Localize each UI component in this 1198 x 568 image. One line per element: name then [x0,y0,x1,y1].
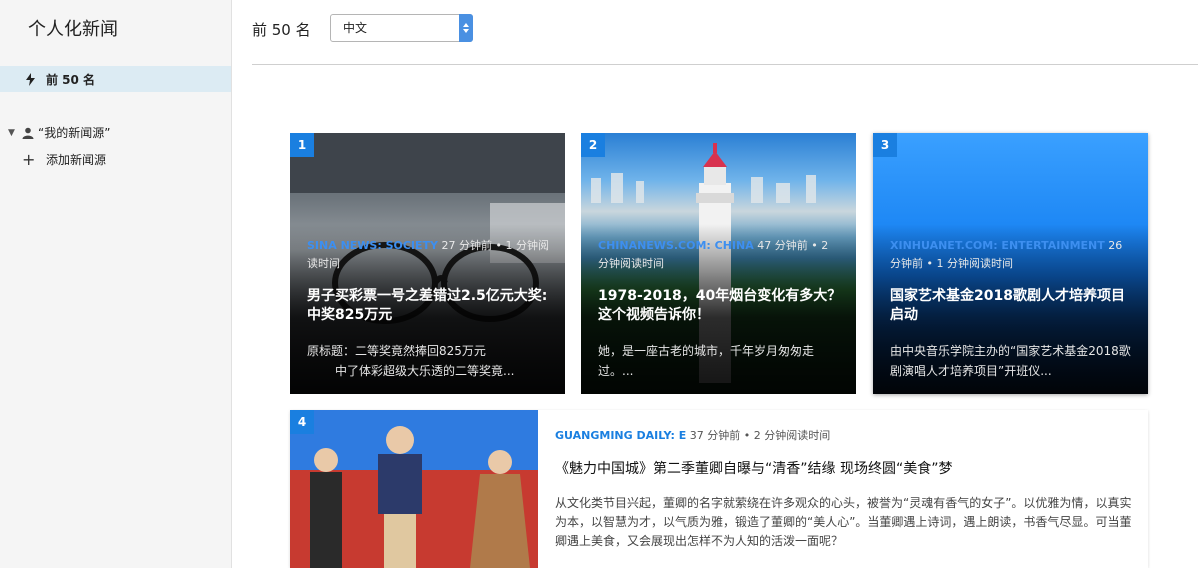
language-select[interactable]: 中文 [330,14,473,42]
topbar: 前 50 名 中文 [252,0,1198,65]
plus-icon: + [22,149,36,169]
article-source[interactable]: GUANGMING DAILY: E [555,429,686,442]
article-meta: XINHUANET.COM: ENTERTAINMENT 26 分钟前 • 1 … [890,237,1134,273]
article-source[interactable]: CHINANEWS.COM: CHINA [598,239,754,252]
rank-badge: 2 [581,133,605,157]
rank-badge: 1 [290,133,314,157]
article-snippet: 她，是一座古老的城市，千年岁月匆匆走过。... [598,341,842,381]
lightning-bolt-icon [0,72,46,86]
article-snippet: 从文化类节目兴起，董卿的名字就萦绕在许多观众的心头，被誉为“灵魂有香气的女子”。… [555,496,1132,548]
sidebar-group-my-sources[interactable]: ▼ “我的新闻源” [8,124,110,141]
article-source[interactable]: XINHUANET.COM: ENTERTAINMENT [890,239,1105,252]
person-icon [22,127,38,139]
sidebar: 个人化新闻 前 50 名 ▼ “我的新闻源” + 添加新闻源 [0,0,232,568]
article-card-2[interactable]: 2 CHINANEWS.COM: CHINA 47 分钟前 • 2 分钟阅读时间… [581,133,856,394]
article-snippet-line: 她，是一座古老的城市，千年岁月匆匆走过。... [598,344,815,378]
article-headline[interactable]: 《魅力中国城》第二季董卿自曝与“清香”结缘 现场终圆“美食”梦 [555,458,952,478]
sidebar-item-top-50[interactable]: 前 50 名 [0,66,231,92]
article-meta: CHINANEWS.COM: CHINA 47 分钟前 • 2 分钟阅读时间 [598,237,842,273]
add-source-button[interactable]: + 添加新闻源 [22,151,106,168]
sidebar-group-label: “我的新闻源” [38,126,111,140]
page-title: 前 50 名 [252,21,311,39]
rank-badge: 4 [290,410,314,434]
article-meta: GUANGMING DAILY: E 37 分钟前 • 2 分钟阅读时间 [555,427,830,443]
triangle-down-icon[interactable]: ▼ [8,128,22,138]
app-title: 个人化新闻 [28,19,118,40]
article-headline[interactable]: 男子买彩票一号之差错过2.5亿元大奖:中奖825万元 [307,287,551,325]
language-select-value: 中文 [343,21,368,35]
article-headline[interactable]: 1978-2018，40年烟台变化有多大？这个视频告诉你！ [598,287,842,325]
add-source-label: 添加新闻源 [46,153,107,167]
article-image-tv-show [290,410,538,568]
article-snippet: 由中央音乐学院主办的“国家艺术基金2018歌剧演唱人才培养项目”开班仪... [890,341,1134,381]
select-arrows-icon [459,14,473,42]
article-card-4[interactable]: 4 GUANGMING DAILY: E 37 分钟前 • 2 分钟阅读时间 《… [290,410,1148,568]
article-snippet-line: 中了体彩超级大乐透的二等奖竟... [335,364,515,378]
article-card-3[interactable]: 3 XINHUANET.COM: ENTERTAINMENT 26 分钟前 • … [873,133,1148,394]
article-meta: SINA NEWS: SOCIETY 27 分钟前 • 1 分钟阅读时间 [307,237,551,273]
article-time: 37 分钟前 • 2 分钟阅读时间 [689,429,831,442]
article-headline[interactable]: 国家艺术基金2018歌剧人才培养项目启动 [890,287,1134,325]
rank-badge: 3 [873,133,897,157]
article-snippet: 原标题：二等奖竟然捧回825万元 中了体彩超级大乐透的二等奖竟... [307,341,551,381]
article-snippet-line: 原标题：二等奖竟然捧回825万元 [307,344,486,358]
article-snippet-line: 由中央音乐学院主办的“国家艺术基金2018歌剧演唱人才培养项目”开班仪... [890,344,1131,378]
article-card-1[interactable]: 1 SINA NEWS: SOCIETY 27 分钟前 • 1 分钟阅读时间 男… [290,133,565,394]
sidebar-item-label: 前 50 名 [46,72,96,87]
article-source[interactable]: SINA NEWS: SOCIETY [307,239,438,252]
